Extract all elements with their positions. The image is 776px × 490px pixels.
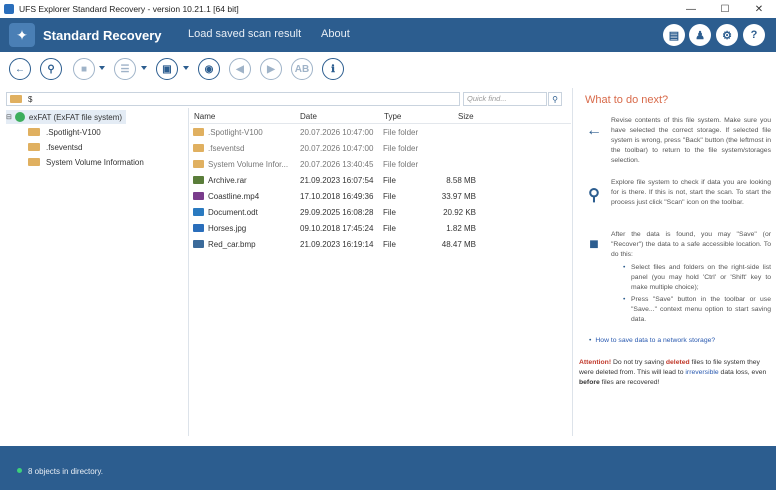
help-panel: What to do next? ← Revise contents of th… [572, 88, 776, 436]
collapse-icon[interactable]: ⊟ [6, 113, 12, 121]
tree-root-label: exFAT (ExFAT file system) [28, 112, 123, 122]
image-icon [193, 240, 204, 248]
folder-icon [28, 158, 40, 166]
video-icon [193, 192, 204, 200]
folder-icon [28, 128, 40, 136]
column-date[interactable]: Date [300, 112, 317, 121]
search-icon[interactable]: ⚲ [548, 92, 562, 106]
minimize-button[interactable]: — [674, 0, 708, 18]
folder-icon [10, 95, 22, 103]
tree-item-spotlight[interactable]: .Spotlight-V100 [28, 125, 101, 139]
status-indicator-icon [17, 468, 22, 473]
table-row[interactable]: Red_car.bmp 21.09.2023 16:19:14 File 48.… [190, 236, 571, 252]
quick-find-input[interactable]: Quick find... [463, 92, 547, 106]
table-row[interactable]: Archive.rar 21.09.2023 16:07:54 File 8.5… [190, 172, 571, 188]
previous-icon[interactable]: ◀ [229, 58, 251, 80]
help-title: What to do next? [585, 94, 669, 106]
user-icon[interactable]: ♟ [689, 24, 711, 46]
table-row[interactable]: Horses.jpg 09.10.2018 17:45:24 File 1.82… [190, 220, 571, 236]
view-list-icon[interactable]: ☰ [114, 58, 136, 80]
menu-about[interactable]: About [321, 28, 350, 40]
save-dropdown-icon[interactable] [99, 66, 105, 70]
folder-tree: ⊟ exFAT (ExFAT file system) .Spotlight-V… [0, 108, 189, 436]
binoculars-icon[interactable]: ◉ [198, 58, 220, 80]
status-bar: 8 objects in directory. [0, 446, 776, 490]
product-name: Standard Recovery [43, 27, 162, 43]
column-size[interactable]: Size [458, 112, 474, 121]
help-step-revise: Revise contents of this file system. Mak… [611, 117, 771, 164]
title-bar: UFS Explorer Standard Recovery - version… [0, 0, 776, 18]
save-icon[interactable]: ■ [73, 58, 95, 80]
document-icon [193, 208, 204, 216]
help-bullet-press-save: Press "Save" button in the toolbar or us… [623, 295, 771, 325]
tree-root[interactable]: ⊟ exFAT (ExFAT file system) [6, 110, 127, 124]
settings-icon[interactable]: ⚙ [716, 24, 738, 46]
table-row[interactable]: .Spotlight-V100 20.07.2026 10:47:00 File… [190, 124, 571, 140]
panel-divider [0, 436, 776, 446]
table-row[interactable]: Document.odt 29.09.2025 16:08:28 File 20… [190, 204, 571, 220]
tree-item-label: .fseventsd [46, 142, 83, 152]
tree-item-label: .Spotlight-V100 [46, 127, 101, 137]
file-list: Name Date Type Size .Spotlight-V100 20.0… [190, 108, 571, 436]
column-type[interactable]: Type [384, 112, 401, 121]
close-button[interactable]: ✕ [742, 0, 776, 18]
list-header: Name Date Type Size [190, 108, 571, 124]
back-arrow-icon: ← [586, 122, 602, 139]
view-dropdown-icon[interactable] [141, 66, 147, 70]
select-icon[interactable]: ▣ [156, 58, 178, 80]
scan-icon[interactable]: ⚲ [40, 58, 62, 80]
folder-icon [193, 160, 204, 168]
app-header: ✦ Standard Recovery Load saved scan resu… [0, 18, 776, 52]
product-logo: ✦ Standard Recovery [9, 23, 162, 47]
archive-icon [193, 176, 204, 184]
hex-view-icon[interactable]: AB [291, 58, 313, 80]
folder-icon [193, 128, 204, 136]
table-row[interactable]: .fseventsd 20.07.2026 10:47:00 File fold… [190, 140, 571, 156]
help-step-explore: Explore file system to check if data you… [611, 179, 771, 206]
help-icon[interactable]: ? [743, 24, 765, 46]
folder-icon [193, 144, 204, 152]
drive-icon [14, 112, 25, 122]
attention-warning: Attention! Do not try saving deleted fil… [579, 359, 767, 386]
toolbar: ← ⚲ ■ ☰ ▣ ◉ ◀ ▶ AB ℹ [0, 52, 776, 88]
next-icon[interactable]: ▶ [260, 58, 282, 80]
path-value: $ [28, 94, 33, 104]
scan-icon: ⚲ [588, 187, 600, 204]
path-bar[interactable]: $ [6, 92, 460, 106]
license-icon[interactable]: ▤ [663, 24, 685, 46]
network-storage-link[interactable]: How to save data to a network storage? [589, 337, 715, 344]
menu-load-scan[interactable]: Load saved scan result [188, 28, 301, 40]
back-icon[interactable]: ← [9, 58, 31, 80]
maximize-button[interactable]: ☐ [708, 0, 742, 18]
tree-item-label: System Volume Information [46, 157, 144, 167]
help-step-save: After the data is found, you may "Save" … [611, 230, 771, 327]
image-icon [193, 224, 204, 232]
table-row[interactable]: System Volume Infor... 20.07.2026 13:40:… [190, 156, 571, 172]
window-title: UFS Explorer Standard Recovery - version… [19, 4, 239, 14]
app-icon [4, 4, 14, 14]
info-icon[interactable]: ℹ [322, 58, 344, 80]
select-dropdown-icon[interactable] [183, 66, 189, 70]
folder-icon [28, 143, 40, 151]
save-icon: ■ [589, 236, 599, 253]
column-name[interactable]: Name [194, 112, 215, 121]
tree-item-fseventsd[interactable]: .fseventsd [28, 140, 82, 154]
help-bullet-select: Select files and folders on the right-si… [623, 263, 771, 293]
logo-icon: ✦ [9, 23, 35, 47]
status-text: 8 objects in directory. [28, 467, 103, 476]
table-row[interactable]: Coastline.mp4 17.10.2018 16:49:36 File 3… [190, 188, 571, 204]
tree-item-system-volume[interactable]: System Volume Information [28, 155, 144, 169]
